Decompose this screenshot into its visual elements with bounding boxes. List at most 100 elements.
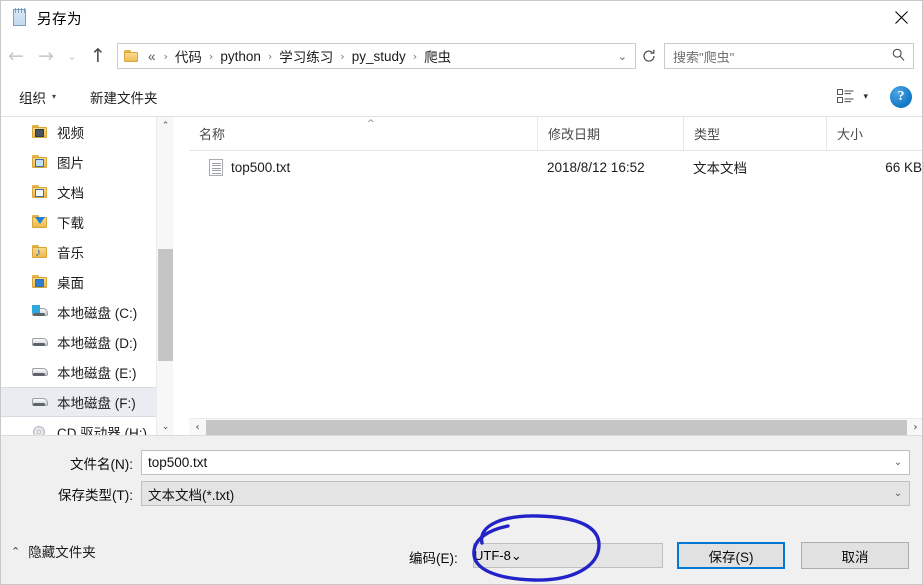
chevron-down-icon: ▾ [52,92,57,101]
sidebar-item-label: 视频 [57,126,84,141]
help-button[interactable]: ? [890,85,912,108]
file-list-pane: ^ 名称 修改日期 类型 大小 top500.txt 2018/8/12 16:… [189,116,922,436]
dialog-body: 视频 图片 文档 下载 ♪ 音乐 桌面 本地磁盘 (C:) 本地磁盘 (D:) … [1,116,922,436]
navigation-pane-scrollbar[interactable]: ⌃ ⌄ [156,117,173,435]
view-options-caret-icon[interactable]: ▾ [857,92,878,102]
sidebar-item-drive-f[interactable]: 本地磁盘 (F:) [1,387,173,417]
title-bar: 另存为 [1,1,922,35]
sidebar-item-videos[interactable]: 视频 [1,117,173,147]
breadcrumb-overflow[interactable]: « [146,49,159,64]
sidebar-item-drive-d[interactable]: 本地磁盘 (D:) [1,327,173,357]
up-button[interactable]: ↑ [83,41,113,71]
chevron-right-icon[interactable]: › [907,419,922,436]
chevron-left-icon[interactable]: ‹ [189,419,206,436]
toolbar: 组织 ▾ 新建文件夹 ▾ ? [1,77,922,117]
pane-splitter[interactable] [173,117,189,435]
chevron-down-icon[interactable]: ⌄ [887,488,909,499]
breadcrumb-separator: › [340,49,345,63]
breadcrumb-separator: › [208,49,214,63]
sidebar-item-music[interactable]: ♪ 音乐 [1,237,173,267]
sidebar-item-label: 本地磁盘 (E:) [57,366,137,381]
sidebar-item-label: 图片 [57,156,84,171]
chevron-down-icon[interactable]: ⌄ [157,418,173,435]
folder-downloads-icon [31,214,49,230]
save-button[interactable]: 保存(S) [677,542,785,569]
file-name-cell: top500.txt [189,158,537,176]
column-header-name[interactable]: ^ 名称 [189,117,537,151]
dialog-footer: ⌃ 隐藏文件夹 编码(E): UTF-8 ⌄ 保存(S) 取消 [1,523,922,584]
sidebar-item-downloads[interactable]: 下载 [1,207,173,237]
file-list-horizontal-scrollbar[interactable]: ‹ › [189,418,922,436]
breadcrumb-separator: › [163,49,168,63]
column-header-modified[interactable]: 修改日期 [537,116,683,151]
folder-videos-icon [31,124,49,140]
sidebar-item-drive-e[interactable]: 本地磁盘 (E:) [1,357,173,387]
folder-pictures-icon [31,154,49,170]
breadcrumb-item-1[interactable]: python [218,49,263,64]
organize-button[interactable]: 组织 ▾ [13,84,62,110]
scrollbar-thumb[interactable] [206,419,907,435]
table-row[interactable]: top500.txt 2018/8/12 16:52 文本文档 66 KB [189,151,922,183]
encoding-combobox[interactable]: UTF-8 ⌄ [473,543,663,568]
breadcrumb-item-0[interactable]: 代码 [173,46,204,66]
navigation-bar: ← → ⌄ ↑ « › 代码 › python › 学习练习 › py_stud… [1,35,922,77]
sidebar-item-label: CD 驱动器 (H:) [57,426,147,435]
filename-label: 文件名(N): [70,456,133,472]
breadcrumb-separator: › [267,49,273,63]
folder-documents-icon [31,184,49,200]
notepad-icon [11,8,29,27]
chevron-up-icon[interactable]: ⌃ [157,117,173,134]
arrow-up-icon: ↑ [90,44,106,67]
toolbar-right-group: ▾ ? [833,85,912,109]
folder-music-icon: ♪ [31,244,49,260]
filetype-combobox[interactable]: 文本文档(*.txt) ⌄ [141,481,910,506]
chevron-down-icon[interactable]: ⌄ [511,548,522,564]
back-button[interactable]: ← [1,41,31,71]
list-view-icon[interactable] [833,85,857,109]
sidebar-item-label: 下载 [57,216,84,231]
breadcrumb: « › 代码 › python › 学习练习 › py_study › 爬虫 [146,46,453,66]
sidebar-item-pictures[interactable]: 图片 [1,147,173,177]
column-headers: ^ 名称 修改日期 类型 大小 [189,116,922,151]
arrow-left-icon: ← [8,44,24,67]
forward-button[interactable]: → [31,41,61,71]
recent-locations-button[interactable]: ⌄ [61,41,83,71]
sidebar-item-drive-c[interactable]: 本地磁盘 (C:) [1,297,173,327]
chevron-down-icon[interactable]: ⌄ [887,457,909,468]
hide-folders-label: 隐藏文件夹 [28,545,96,560]
file-size-cell: 66 KB [885,159,922,175]
navigation-pane: 视频 图片 文档 下载 ♪ 音乐 桌面 本地磁盘 (C:) 本地磁盘 (D:) … [1,117,173,435]
scrollbar-thumb[interactable] [158,249,173,361]
new-folder-button[interactable]: 新建文件夹 [84,84,164,110]
breadcrumb-item-4[interactable]: 爬虫 [422,46,453,66]
address-dropdown-icon[interactable]: ⌄ [610,50,635,63]
address-bar[interactable]: « › 代码 › python › 学习练习 › py_study › 爬虫 ⌄ [117,43,636,69]
cancel-button[interactable]: 取消 [801,542,909,569]
column-label: 大小 [837,127,864,142]
sidebar-item-documents[interactable]: 文档 [1,177,173,207]
sidebar-item-label: 本地磁盘 (D:) [57,336,138,351]
refresh-icon[interactable] [636,43,662,69]
drive-system-icon [31,304,49,320]
breadcrumb-item-3[interactable]: py_study [350,49,408,64]
breadcrumb-item-2[interactable]: 学习练习 [277,46,335,66]
hide-folders-button[interactable]: ⌃ 隐藏文件夹 [11,541,96,561]
scrollbar-track[interactable] [206,419,907,435]
sidebar-item-label: 文档 [57,186,84,201]
sidebar-item-desktop[interactable]: 桌面 [1,267,173,297]
search-input[interactable]: 搜索"爬虫" [664,43,914,69]
folder-desktop-icon [31,274,49,290]
breadcrumb-separator: › [412,49,418,63]
column-header-size[interactable]: 大小 [826,116,922,151]
sidebar-item-label: 本地磁盘 (F:) [57,396,136,411]
sidebar-item-label: 音乐 [57,246,84,261]
sidebar-item-cd-drive-h[interactable]: CD 驱动器 (H:) [1,417,173,435]
column-header-type[interactable]: 类型 [683,116,826,151]
arrow-right-icon: → [38,44,54,67]
organize-label: 组织 [19,90,46,106]
filename-value: top500.txt [148,455,208,470]
text-file-icon [209,158,223,176]
filetype-value: 文本文档(*.txt) [148,487,235,503]
filename-input[interactable]: top500.txt ⌄ [141,450,910,475]
close-icon[interactable] [878,1,922,33]
